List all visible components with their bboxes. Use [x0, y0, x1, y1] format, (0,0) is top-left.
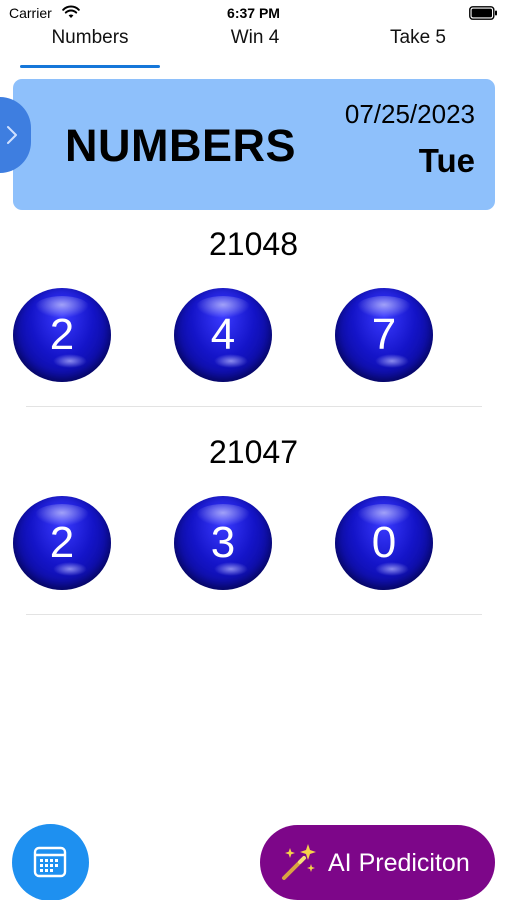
row-divider: [26, 406, 482, 407]
ai-prediction-label: AI Prediciton: [328, 849, 470, 877]
chevron-right-icon: [7, 126, 17, 144]
game-title: NUMBERS: [65, 120, 297, 171]
number-ball: 0: [335, 496, 433, 590]
number-ball: 7: [335, 288, 433, 382]
number-ball: 3: [174, 496, 272, 590]
ball-digit: 3: [210, 518, 236, 567]
draw-day: Tue: [418, 142, 475, 179]
game-header-card: NUMBERS 07/25/2023 Tue: [13, 79, 495, 210]
calendar-button[interactable]: [12, 824, 89, 900]
ball-digit: 2: [49, 518, 75, 567]
battery-icon: [469, 6, 497, 20]
row-divider: [26, 614, 482, 615]
ai-prediction-button[interactable]: AI Prediciton: [260, 825, 495, 900]
calendar-icon: [33, 846, 67, 878]
number-ball: 4: [174, 288, 272, 382]
draw-date: 07/25/2023: [344, 99, 475, 129]
status-time: 6:37 PM: [227, 5, 280, 21]
ball-digit: 4: [210, 310, 236, 359]
number-ball: 2: [13, 496, 111, 590]
ball-digit: 2: [49, 310, 75, 359]
number-ball: 2: [13, 288, 111, 382]
sparkles-icon: [282, 844, 316, 880]
tab-win-4[interactable]: Win 4: [185, 27, 325, 53]
app-screen: Carrier 6:37 PM Numbers Win 4 Take 5 NUM…: [0, 0, 507, 900]
tab-take-5[interactable]: Take 5: [348, 27, 488, 53]
ball-digit: 0: [371, 518, 397, 567]
tab-numbers[interactable]: Numbers: [20, 27, 160, 53]
draw-id-label: 21047: [209, 434, 298, 470]
tab-selected-indicator: [20, 65, 160, 68]
ball-digit: 7: [371, 310, 397, 359]
draw-id-label: 21048: [209, 226, 298, 262]
status-bar: Carrier 6:37 PM: [0, 0, 507, 26]
